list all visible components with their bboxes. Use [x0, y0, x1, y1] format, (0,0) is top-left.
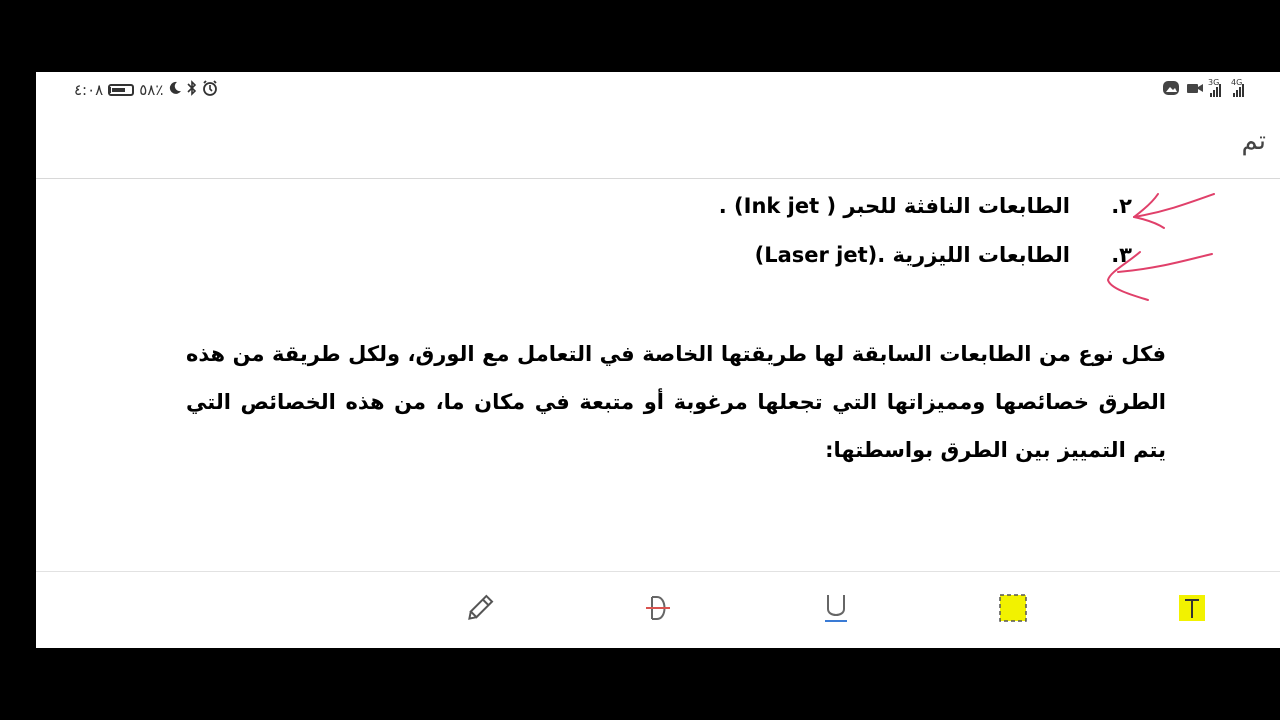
signal-4g-icon: 4G — [1231, 78, 1244, 97]
list-item: ٢. الطابعات النافثة للحبر ( Ink jet) . — [719, 194, 1132, 218]
pencil-icon — [464, 592, 496, 628]
gallery-icon — [1162, 80, 1180, 100]
text-highlight-icon — [1177, 593, 1207, 627]
status-bar: ٤:٠٨ ٥٨٪ 3G 4G — [36, 72, 1280, 108]
document-viewer-screen: ٤:٠٨ ٥٨٪ 3G 4G تم ٢.الطابعات النافثة للح… — [36, 72, 1280, 648]
pencil-tool-button[interactable] — [460, 590, 500, 630]
list-text: الطابعات الليزرية .(Laser jet) — [754, 243, 1070, 267]
signal-3g-icon: 3G — [1208, 78, 1221, 97]
underline-icon — [821, 592, 851, 628]
camera-icon — [1186, 81, 1204, 99]
highlight-area-tool-button[interactable] — [993, 590, 1033, 630]
arrow-annotation-1 — [1133, 193, 1215, 229]
strikethrough-tool-button[interactable] — [638, 590, 678, 630]
done-button[interactable]: تم — [1241, 126, 1266, 156]
list-number: ٢. — [1111, 194, 1132, 218]
alarm-icon — [202, 80, 218, 100]
strikethrough-icon — [643, 593, 673, 627]
status-right-group: 3G 4G — [1162, 78, 1244, 100]
underline-tool-button[interactable] — [816, 590, 856, 630]
list-item: ٣. الطابعات الليزرية .(Laser jet) — [755, 243, 1132, 267]
annotation-toolbar — [36, 571, 1280, 648]
battery-percent: ٥٨٪ — [139, 81, 164, 99]
highlight-area-icon — [998, 593, 1028, 627]
moon-icon — [168, 81, 182, 99]
list-text: الطابعات النافثة للحبر ( Ink jet) . — [718, 194, 1070, 218]
bluetooth-icon — [187, 80, 197, 100]
body-paragraph: فكل نوع من الطابعات السابقة لها طريقتها … — [186, 342, 1166, 462]
battery-icon — [108, 84, 135, 96]
list-number: ٣. — [1111, 243, 1132, 267]
clock: ٤:٠٨ — [74, 81, 104, 99]
text-highlight-tool-button[interactable] — [1172, 590, 1212, 630]
editor-header: تم — [36, 108, 1280, 179]
status-left-group: ٤:٠٨ ٥٨٪ — [74, 80, 218, 100]
